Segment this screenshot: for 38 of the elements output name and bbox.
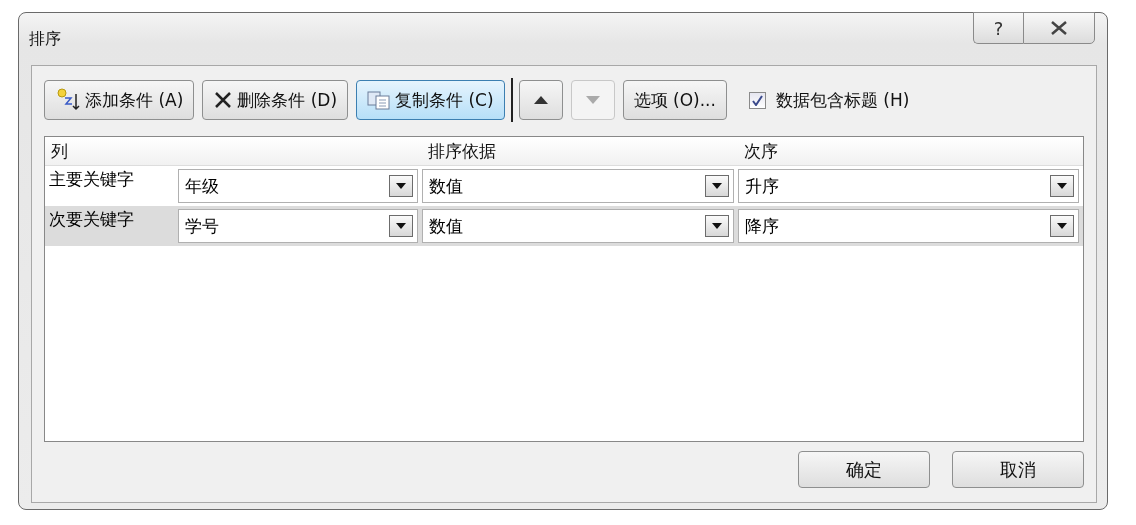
x-icon <box>213 90 234 110</box>
checkbox-label: 数据包含标题 (H) <box>775 88 910 112</box>
close-icon <box>1050 21 1068 35</box>
checkbox[interactable] <box>748 91 766 109</box>
sort-on-dropdown[interactable]: 数值 <box>422 169 734 203</box>
cancel-button[interactable]: 取消 <box>952 451 1084 488</box>
dropdown-value: 学号 <box>185 214 219 238</box>
move-up-button[interactable] <box>518 80 563 120</box>
dropdown-value: 降序 <box>745 214 779 238</box>
column-dropdown[interactable]: 年级 <box>178 169 418 203</box>
sort-level-row[interactable]: 次要关键字 学号 数值 降序 <box>45 206 1083 246</box>
add-sort-icon <box>55 87 81 113</box>
order-dropdown[interactable]: 降序 <box>738 209 1079 243</box>
dropdown-value: 数值 <box>429 174 463 198</box>
copy-icon <box>367 90 392 110</box>
up-arrow-icon <box>533 96 548 104</box>
dropdown-value: 年级 <box>185 174 219 198</box>
sort-on-dropdown[interactable]: 数值 <box>422 209 734 243</box>
column-header: 排序依据 <box>427 140 497 163</box>
down-arrow-icon <box>585 96 600 104</box>
row-label: 主要关键字 <box>48 168 135 191</box>
column-header: 列 <box>50 140 69 163</box>
window-title: 排序 <box>29 28 61 50</box>
copy-condition-button[interactable]: 复制条件 (C) <box>356 80 505 120</box>
delete-condition-button[interactable]: 删除条件 (D) <box>202 80 349 120</box>
dropdown-value: 升序 <box>745 174 779 198</box>
ok-button[interactable]: 确定 <box>798 451 930 488</box>
column-header: 次序 <box>743 140 779 163</box>
add-condition-button[interactable]: 添加条件 (A) <box>44 80 195 120</box>
options-button[interactable]: 选项 (O)... <box>622 80 727 120</box>
row-label: 次要关键字 <box>48 208 135 231</box>
close-button[interactable] <box>1023 12 1095 44</box>
sort-level-row[interactable]: 主要关键字 年级 数值 升序 <box>45 166 1083 206</box>
header-checkbox[interactable]: 数据包含标题 (H) <box>748 88 910 112</box>
help-button[interactable]: ? <box>973 12 1023 44</box>
dropdown-value: 数值 <box>429 214 463 238</box>
order-dropdown[interactable]: 升序 <box>738 169 1079 203</box>
column-dropdown[interactable]: 学号 <box>178 209 418 243</box>
